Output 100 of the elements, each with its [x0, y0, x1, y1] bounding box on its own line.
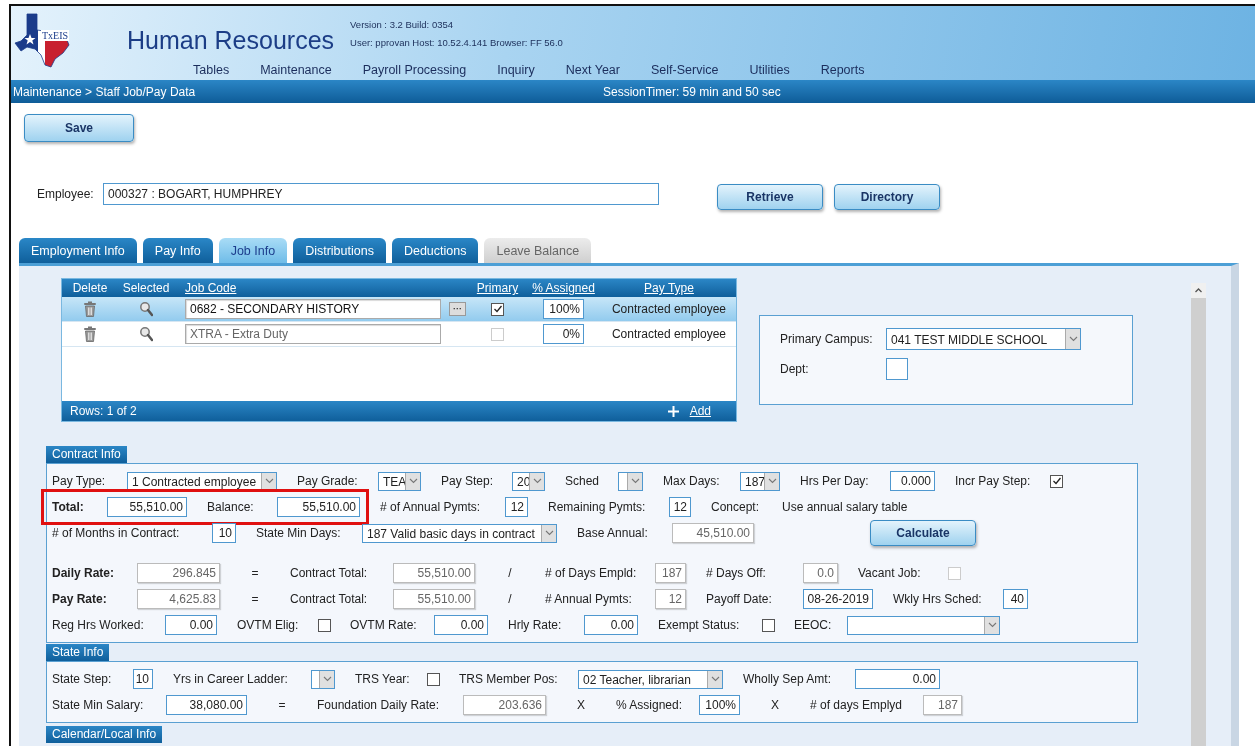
field-label: OVTM Rate: — [350, 618, 414, 632]
lookup-button[interactable]: ··· — [449, 302, 466, 316]
checkbox[interactable] — [318, 618, 331, 632]
input-field[interactable]: 100% — [699, 695, 740, 715]
readonly-field: 4,625.83 — [137, 589, 220, 609]
scroll-up-icon[interactable] — [1191, 283, 1206, 298]
dropdown-field[interactable]: 02 Teacher, librarian — [578, 669, 723, 689]
menu-item[interactable]: Reports — [820, 62, 865, 78]
table-row[interactable]: 0682 - SECONDARY HISTORY ··· 100% Contracted employee — [62, 297, 736, 322]
dropdown-field[interactable] — [618, 471, 643, 491]
column-header[interactable]: Pay Type — [602, 281, 736, 295]
operator-sign: = — [277, 698, 287, 712]
input-field[interactable]: 0.00 — [584, 615, 638, 635]
user-info-text: User: pprovan Host: 10.52.4.141 Browser: FF 56.0 — [350, 36, 563, 50]
dropdown-field[interactable]: 187 — [740, 471, 780, 491]
tab[interactable]: Employment Info — [19, 238, 137, 263]
field-label: Hrly Rate: — [508, 618, 563, 632]
input-field[interactable]: 12 — [669, 497, 691, 517]
field-label: Payoff Date: — [706, 592, 773, 606]
chevron-down-icon[interactable] — [541, 524, 556, 542]
input-field[interactable]: 0.00 — [434, 615, 488, 635]
trash-icon[interactable] — [83, 301, 97, 317]
field-label: Reg Hrs Worked: — [52, 618, 145, 632]
field-label: State Step: — [52, 672, 113, 686]
column-header[interactable]: Job Code — [174, 281, 470, 295]
menu-item[interactable]: Next Year — [565, 62, 620, 78]
tab[interactable]: Job Info — [218, 238, 288, 263]
field-label: State Min Salary: — [52, 698, 145, 712]
tab[interactable]: Deductions — [391, 238, 479, 263]
field-label: State Min Days: — [256, 526, 342, 540]
checkbox[interactable] — [427, 672, 440, 686]
dropdown-field[interactable]: 187 Valid basic days in contract — [362, 523, 557, 543]
employee-field[interactable]: 000327 : BOGART, HUMPHREY — [103, 183, 659, 205]
scrollbar[interactable] — [1191, 283, 1206, 746]
input-field[interactable]: 08-26-2019 — [803, 589, 873, 609]
input-field[interactable]: 55,510.00 — [277, 497, 360, 517]
field-label: Yrs in Career Ladder: — [173, 672, 289, 686]
dropdown-field[interactable] — [311, 669, 335, 689]
checkbox[interactable] — [491, 302, 504, 316]
input-field[interactable]: 0.00 — [855, 669, 940, 689]
menu-item[interactable]: Payroll Processing — [362, 62, 467, 78]
menu-item[interactable]: Utilities — [749, 62, 790, 78]
percent-field[interactable]: 100% — [543, 299, 584, 319]
field-label: Pay Rate: — [52, 592, 108, 606]
menu-item[interactable]: Self-Service — [651, 62, 719, 78]
save-button[interactable]: Save — [24, 114, 134, 142]
field-label: # of days Emplyd — [810, 698, 903, 712]
field-label: Sched — [565, 474, 598, 488]
input-field[interactable]: 0.000 — [890, 471, 935, 491]
input-field[interactable]: 10 — [212, 523, 236, 543]
session-timer: SessionTimer: 59 min and 50 sec — [603, 84, 782, 99]
field-label: Daily Rate: — [52, 566, 116, 580]
field-label: # of Annual Pymts: — [380, 500, 482, 514]
magnifier-icon[interactable] — [139, 301, 153, 317]
input-field[interactable]: 0.00 — [165, 615, 217, 635]
field-label: Dept: — [780, 362, 810, 376]
action-button[interactable]: Directory — [834, 184, 940, 210]
field-label: Incr Pay Step: — [955, 474, 1030, 488]
field-label: Vacant Job: — [858, 566, 922, 580]
menu-item[interactable]: Tables — [193, 62, 230, 78]
readonly-field: 187 — [655, 563, 686, 583]
column-header: Selected — [121, 281, 171, 295]
chevron-down-icon[interactable] — [984, 616, 999, 634]
job-code-field[interactable]: 0682 - SECONDARY HISTORY — [185, 299, 441, 319]
tab[interactable]: Distributions — [293, 238, 386, 263]
input-field[interactable]: 10 — [133, 669, 153, 689]
menu-item[interactable]: Inquiry — [497, 62, 535, 78]
chevron-down-icon[interactable] — [1065, 329, 1080, 349]
input-field[interactable]: 55,510.00 — [107, 497, 187, 517]
operator-sign: X — [770, 698, 780, 712]
field-label: Base Annual: — [577, 526, 649, 540]
chevron-down-icon[interactable] — [319, 670, 334, 688]
field-label: # Days Off: — [706, 566, 767, 580]
pay-type-text: Contracted employee — [610, 327, 728, 341]
dropdown-field[interactable]: TEA — [378, 471, 421, 491]
column-header[interactable]: % Assigned — [525, 281, 602, 295]
checkbox[interactable] — [1050, 474, 1063, 488]
dept-field[interactable] — [886, 358, 908, 380]
menu-item[interactable]: Maintenance — [260, 62, 332, 78]
input-field[interactable]: 40 — [1003, 589, 1028, 609]
chevron-down-icon[interactable] — [764, 472, 779, 490]
chevron-down-icon[interactable] — [707, 670, 722, 688]
input-field[interactable]: 38,080.00 — [166, 695, 247, 715]
column-header[interactable]: Primary — [470, 281, 525, 295]
plus-icon[interactable] — [667, 405, 679, 417]
add-link[interactable]: Add — [689, 404, 711, 418]
row-count: Rows: 1 of 2 — [70, 404, 137, 418]
input-field[interactable]: 12 — [505, 497, 528, 517]
field-label: Primary Campus: — [780, 332, 874, 346]
tab[interactable]: Pay Info — [142, 238, 213, 263]
chevron-down-icon[interactable] — [405, 472, 420, 490]
chevron-down-icon[interactable] — [529, 472, 544, 490]
column-header: Delete — [71, 281, 109, 295]
checkbox[interactable] — [762, 618, 775, 632]
dropdown-field[interactable] — [847, 615, 1000, 635]
calculate-button[interactable]: Calculate — [870, 520, 976, 546]
dropdown-field[interactable]: 041 TEST MIDDLE SCHOOL — [886, 328, 1081, 350]
chevron-down-icon[interactable] — [627, 472, 642, 490]
action-button[interactable]: Retrieve — [717, 184, 823, 210]
chevron-down-icon[interactable] — [261, 472, 276, 490]
